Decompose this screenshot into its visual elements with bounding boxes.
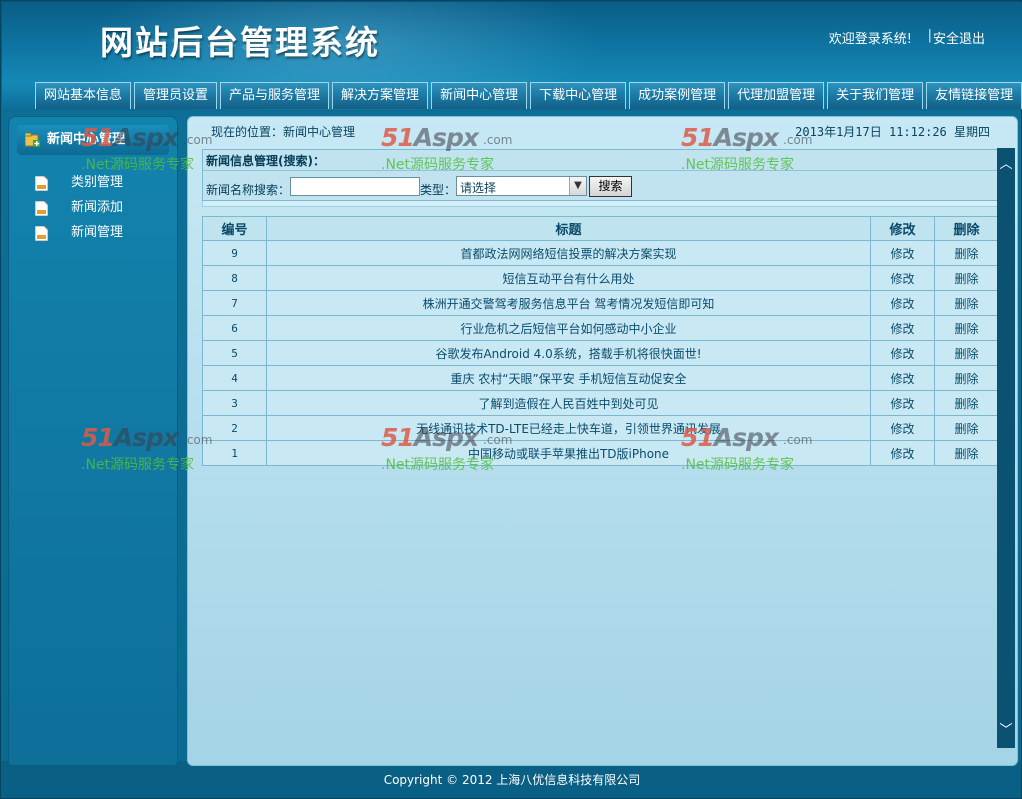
row-id: 2 <box>202 415 267 441</box>
nav-tab-downloads[interactable]: 下载中心管理 <box>530 82 627 109</box>
nav-tab-links[interactable]: 友情链接管理 <box>926 82 1022 109</box>
row-title: 无线通讯技术TD-LTE已经走上快车道，引领世界通讯发展 <box>266 415 871 441</box>
delete-link[interactable]: 删除 <box>934 265 999 291</box>
delete-link[interactable]: 删除 <box>934 290 999 316</box>
edit-link[interactable]: 修改 <box>870 340 935 366</box>
main-panel: 现在的位置：新闻中心管理 2013年1月17日 11:12:26 星期四 新闻信… <box>187 116 1018 766</box>
header: 网站后台管理系统 网站后台管理系统 欢迎登录系统! | 安全退出 网站基本信息 … <box>2 2 1022 110</box>
row-title: 首都政法网网络短信投票的解决方案实现 <box>266 240 871 266</box>
column-header-edit: 修改 <box>870 216 935 241</box>
row-id: 8 <box>202 265 267 291</box>
nav-tab-cases[interactable]: 成功案例管理 <box>629 82 726 109</box>
document-icon <box>35 201 48 216</box>
system-title-reflection: 网站后台管理系统 <box>100 37 380 52</box>
edit-link[interactable]: 修改 <box>870 265 935 291</box>
nav-tab-solutions[interactable]: 解决方案管理 <box>332 82 429 109</box>
edit-link[interactable]: 修改 <box>870 365 935 391</box>
row-id: 9 <box>202 240 267 266</box>
edit-link[interactable]: 修改 <box>870 290 935 316</box>
delete-link[interactable]: 删除 <box>934 240 999 266</box>
row-id: 3 <box>202 390 267 416</box>
table-row: 3 了解到造假在人民百姓中到处可见 修改 删除 <box>202 390 999 416</box>
nav-tab-admin-settings[interactable]: 管理员设置 <box>134 82 218 109</box>
nav-tab-news[interactable]: 新闻中心管理 <box>431 82 528 109</box>
nav-tab-about[interactable]: 关于我们管理 <box>827 82 924 109</box>
search-panel: 新闻信息管理(搜索)： 新闻名称搜索： 类型： 请选择 ▼ 搜索 <box>202 149 999 201</box>
column-header-title: 标题 <box>266 216 871 241</box>
row-title: 重庆 农村“天眼”保平安 手机短信互动促安全 <box>266 365 871 391</box>
table-row: 2 无线通讯技术TD-LTE已经走上快车道，引领世界通讯发展 修改 删除 <box>202 415 999 441</box>
row-id: 5 <box>202 340 267 366</box>
breadcrumb: 现在的位置：新闻中心管理 <box>211 125 356 139</box>
sidebar-item-category[interactable]: 类别管理 <box>35 172 165 194</box>
nav-tab-products[interactable]: 产品与服务管理 <box>220 82 330 109</box>
delete-link[interactable]: 删除 <box>934 315 999 341</box>
vertical-scrollbar[interactable]: ︿ ﹀ <box>997 148 1015 748</box>
table-row: 6 行业危机之后短信平台如何感动中小企业 修改 删除 <box>202 315 999 341</box>
chevron-down-icon[interactable]: ﹀ <box>997 722 1015 740</box>
row-title: 行业危机之后短信平台如何感动中小企业 <box>266 315 871 341</box>
table-row: 8 短信互动平台有什么用处 修改 删除 <box>202 265 999 291</box>
column-header-delete: 删除 <box>934 216 999 241</box>
logout-link[interactable]: 安全退出 <box>933 28 985 47</box>
type-label: 类型： <box>420 183 457 197</box>
search-panel-title: 新闻信息管理(搜索)： <box>206 154 325 168</box>
edit-link[interactable]: 修改 <box>870 315 935 341</box>
news-table: 编号 标题 修改 删除 9 首都政法网网络短信投票的解决方案实现 修改 删除 8… <box>202 216 999 466</box>
sidebar-heading-label: 新闻中心管理 <box>47 132 126 147</box>
chevron-down-icon[interactable]: ▼ <box>569 177 586 195</box>
divider <box>203 170 998 171</box>
delete-link[interactable]: 删除 <box>934 390 999 416</box>
sidebar-item-label: 新闻管理 <box>71 225 124 240</box>
nav-tab-agents[interactable]: 代理加盟管理 <box>728 82 825 109</box>
row-title: 谷歌发布Android 4.0系统，搭载手机将很快面世! <box>266 340 871 366</box>
row-id: 4 <box>202 365 267 391</box>
footer-copyright: Copyright © 2012 上海八优信息科技有限公司 <box>383 773 641 787</box>
document-icon <box>35 176 48 191</box>
sidebar-item-manage-news[interactable]: 新闻管理 <box>35 222 165 244</box>
table-row: 4 重庆 农村“天眼”保平安 手机短信互动促安全 修改 删除 <box>202 365 999 391</box>
row-title: 株洲开通交警驾考服务信息平台 驾考情况发短信即可知 <box>266 290 871 316</box>
sidebar: 新闻中心管理 类别管理 新闻添加 新闻管理 <box>8 116 178 766</box>
delete-link[interactable]: 删除 <box>934 340 999 366</box>
table-row: 1 中国移动或联手苹果推出TD版iPhone 修改 删除 <box>202 440 999 466</box>
row-title: 中国移动或联手苹果推出TD版iPhone <box>266 440 871 466</box>
table-header-row: 编号 标题 修改 删除 <box>202 216 999 241</box>
delete-link[interactable]: 删除 <box>934 415 999 441</box>
edit-link[interactable]: 修改 <box>870 240 935 266</box>
news-name-search-input[interactable] <box>290 177 420 196</box>
sidebar-heading: 新闻中心管理 <box>17 125 169 155</box>
delete-link[interactable]: 删除 <box>934 440 999 466</box>
table-row: 5 谷歌发布Android 4.0系统，搭载手机将很快面世! 修改 删除 <box>202 340 999 366</box>
row-id: 6 <box>202 315 267 341</box>
row-title: 了解到造假在人民百姓中到处可见 <box>266 390 871 416</box>
table-row: 9 首都政法网网络短信投票的解决方案实现 修改 删除 <box>202 240 999 266</box>
type-select[interactable]: 请选择 ▼ <box>456 176 587 196</box>
row-id: 1 <box>202 440 267 466</box>
document-icon <box>35 226 48 241</box>
row-id: 7 <box>202 290 267 316</box>
app-frame: 网站后台管理系统 网站后台管理系统 欢迎登录系统! | 安全退出 网站基本信息 … <box>0 0 1022 799</box>
name-search-label: 新闻名称搜索： <box>206 183 291 197</box>
welcome-text: 欢迎登录系统! <box>828 32 912 47</box>
sidebar-item-add-news[interactable]: 新闻添加 <box>35 197 165 219</box>
header-separator: | <box>927 28 932 43</box>
search-button[interactable]: 搜索 <box>589 176 632 197</box>
column-header-id: 编号 <box>202 216 267 241</box>
current-datetime: 2013年1月17日 11:12:26 星期四 <box>795 125 990 139</box>
search-panel-footer <box>202 201 999 207</box>
table-row: 7 株洲开通交警驾考服务信息平台 驾考情况发短信即可知 修改 删除 <box>202 290 999 316</box>
sidebar-item-label: 类别管理 <box>71 175 124 190</box>
folder-add-icon <box>25 133 40 147</box>
type-select-value: 请选择 <box>460 181 497 195</box>
delete-link[interactable]: 删除 <box>934 365 999 391</box>
row-title: 短信互动平台有什么用处 <box>266 265 871 291</box>
chevron-up-icon[interactable]: ︿ <box>997 156 1015 174</box>
edit-link[interactable]: 修改 <box>870 440 935 466</box>
edit-link[interactable]: 修改 <box>870 415 935 441</box>
sidebar-item-label: 新闻添加 <box>71 200 124 215</box>
top-nav: 网站基本信息 管理员设置 产品与服务管理 解决方案管理 新闻中心管理 下载中心管… <box>35 82 1022 109</box>
edit-link[interactable]: 修改 <box>870 390 935 416</box>
nav-tab-site-info[interactable]: 网站基本信息 <box>35 82 132 109</box>
